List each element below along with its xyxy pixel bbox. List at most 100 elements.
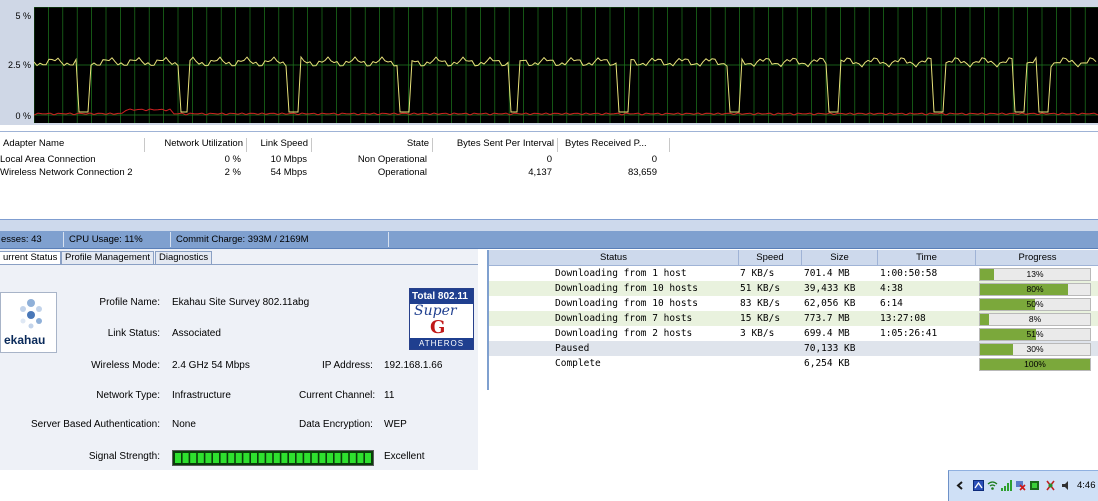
download-row[interactable]: Downloading from 7 hosts 15 KB/s 773.7 M… bbox=[489, 311, 1098, 326]
commit-charge: Commit Charge: 393M / 2169M bbox=[176, 234, 309, 245]
tab-diagnostics[interactable]: Diagnostics bbox=[155, 251, 213, 264]
download-status: Downloading from 7 hosts bbox=[555, 313, 693, 324]
download-row[interactable]: Downloading from 10 hosts 51 KB/s 39,433… bbox=[489, 281, 1098, 296]
data-encryption-value: WEP bbox=[384, 419, 407, 430]
signal-segment bbox=[365, 453, 371, 463]
y-axis-label-bottom: 0 % bbox=[15, 111, 31, 121]
table-row[interactable]: Wireless Network Connection 2 2 % 54 Mbp… bbox=[0, 167, 700, 180]
adapter-name: Wireless Network Connection 2 bbox=[0, 167, 133, 178]
safely-remove-icon[interactable] bbox=[1045, 480, 1056, 491]
profile-name-label: Profile Name: bbox=[99, 297, 160, 308]
bytes-sent: 0 bbox=[546, 154, 552, 165]
signal-segment bbox=[334, 453, 341, 463]
ip-address-value: 192.168.1.66 bbox=[384, 360, 443, 371]
wireless-mode-value: 2.4 GHz 54 Mbps bbox=[172, 360, 250, 371]
adapter-state: Operational bbox=[377, 167, 427, 178]
download-row[interactable]: Downloading from 2 hosts 3 KB/s 699.4 MB… bbox=[489, 326, 1098, 341]
column-header-time[interactable]: Time bbox=[878, 250, 976, 265]
tab-profile-management[interactable]: Profile Management bbox=[61, 251, 155, 264]
speaker-icon[interactable] bbox=[1061, 480, 1072, 491]
atheros-logo-line3: G bbox=[430, 317, 446, 338]
column-header-state[interactable]: State bbox=[311, 138, 433, 152]
status-divider bbox=[388, 232, 389, 247]
status-divider bbox=[63, 232, 64, 247]
progress-text: 50% bbox=[1026, 299, 1044, 309]
signal-segment bbox=[319, 453, 326, 463]
network-disconnected-icon[interactable] bbox=[1015, 480, 1026, 491]
download-progress-bar: 30% bbox=[979, 343, 1091, 356]
signal-segment bbox=[258, 453, 265, 463]
column-header-speed[interactable]: Speed bbox=[739, 250, 802, 265]
download-time: 6:14 bbox=[880, 298, 903, 309]
signal-segment bbox=[327, 453, 333, 463]
downloads-table: Status Speed Size Time Progress Download… bbox=[487, 250, 1098, 390]
signal-segment bbox=[349, 453, 356, 463]
processes-count: esses: 43 bbox=[1, 234, 42, 245]
signal-segment bbox=[205, 453, 212, 463]
download-time: 1:00:50:58 bbox=[880, 268, 938, 279]
atheros-logo-line4: ATHEROS bbox=[410, 338, 473, 349]
column-header-bytes-received[interactable]: Bytes Received P... bbox=[557, 138, 670, 152]
wifi-icon[interactable] bbox=[987, 480, 998, 491]
bytes-received: 83,659 bbox=[627, 167, 657, 178]
download-speed: 7 KB/s bbox=[740, 268, 775, 279]
signal-segment bbox=[190, 453, 197, 463]
bytes-sent: 4,137 bbox=[528, 167, 552, 178]
downloads-header: Status Speed Size Time Progress bbox=[489, 250, 1098, 266]
adapter-state: Non Operational bbox=[357, 154, 427, 165]
download-row[interactable]: Downloading from 10 hosts 83 KB/s 62,056… bbox=[489, 296, 1098, 311]
status-divider bbox=[170, 232, 171, 247]
signal-strength-label: Signal Strength: bbox=[88, 451, 160, 462]
tray-clock[interactable]: 4:46 bbox=[1077, 480, 1096, 491]
column-header-link-speed[interactable]: Link Speed bbox=[246, 138, 312, 152]
link-speed: 54 Mbps bbox=[270, 167, 307, 178]
download-status: Downloading from 10 hosts bbox=[555, 298, 698, 309]
adapter-name: Local Area Connection bbox=[0, 154, 96, 165]
download-row[interactable]: Downloading from 1 host 7 KB/s 701.4 MB … bbox=[489, 266, 1098, 281]
download-status: Complete bbox=[555, 358, 601, 369]
signal-segment bbox=[296, 453, 303, 463]
signal-segment bbox=[281, 453, 288, 463]
current-status-pane: ekahau Profile Name: Ekahau Site Survey … bbox=[0, 264, 478, 470]
network-utilization-graph: 5 % 2.5 % 0 % bbox=[0, 0, 1098, 125]
column-header-network-utilization[interactable]: Network Utilization bbox=[146, 138, 247, 152]
data-encryption-label: Data Encryption: bbox=[299, 419, 373, 430]
signal-segment bbox=[182, 453, 189, 463]
column-header-status[interactable]: Status bbox=[489, 250, 739, 265]
signal-segment bbox=[357, 453, 364, 463]
download-size: 39,433 KB bbox=[804, 283, 856, 294]
progress-text: 30% bbox=[1026, 344, 1044, 354]
table-row[interactable]: Local Area Connection 0 % 10 Mbps Non Op… bbox=[0, 154, 700, 167]
signal-segment bbox=[235, 453, 242, 463]
progress-text: 100% bbox=[1024, 359, 1046, 369]
antivirus-icon[interactable] bbox=[1029, 480, 1040, 491]
signal-strength-segments bbox=[175, 453, 371, 463]
profile-name-value: Ekahau Site Survey 802.11abg bbox=[172, 297, 310, 308]
current-channel-value: 11 bbox=[384, 390, 395, 401]
progress-text: 80% bbox=[1026, 284, 1044, 294]
download-row[interactable]: Complete 6,254 KB 100% bbox=[489, 356, 1098, 371]
column-header-progress[interactable]: Progress bbox=[976, 250, 1098, 265]
tab-current-status[interactable]: urrent Status bbox=[0, 251, 62, 264]
signal-segment bbox=[197, 453, 204, 463]
server-auth-value: None bbox=[172, 419, 196, 430]
signal-segment bbox=[289, 453, 295, 463]
signal-segment bbox=[273, 453, 280, 463]
network-icon[interactable] bbox=[973, 480, 984, 491]
current-channel-label: Current Channel: bbox=[299, 390, 376, 401]
column-header-size[interactable]: Size bbox=[802, 250, 878, 265]
download-progress-bar: 80% bbox=[979, 283, 1091, 296]
signal-segment bbox=[311, 453, 318, 463]
chevron-left-icon[interactable] bbox=[955, 480, 966, 491]
download-progress-bar: 100% bbox=[979, 358, 1091, 371]
download-row[interactable]: Paused 70,133 KB 30% bbox=[489, 341, 1098, 356]
download-progress-bar: 8% bbox=[979, 313, 1091, 326]
network-type-value: Infrastructure bbox=[172, 390, 231, 401]
download-progress-bar: 51% bbox=[979, 328, 1091, 341]
y-axis-label-mid: 2.5 % bbox=[7, 60, 31, 70]
column-header-bytes-sent[interactable]: Bytes Sent Per Interval bbox=[432, 138, 558, 152]
signal-bars-icon[interactable] bbox=[1001, 480, 1012, 491]
download-progress-bar: 13% bbox=[979, 268, 1091, 281]
column-header-adapter-name[interactable]: Adapter Name bbox=[3, 138, 145, 152]
y-axis-label-top: 5 % bbox=[15, 11, 31, 21]
